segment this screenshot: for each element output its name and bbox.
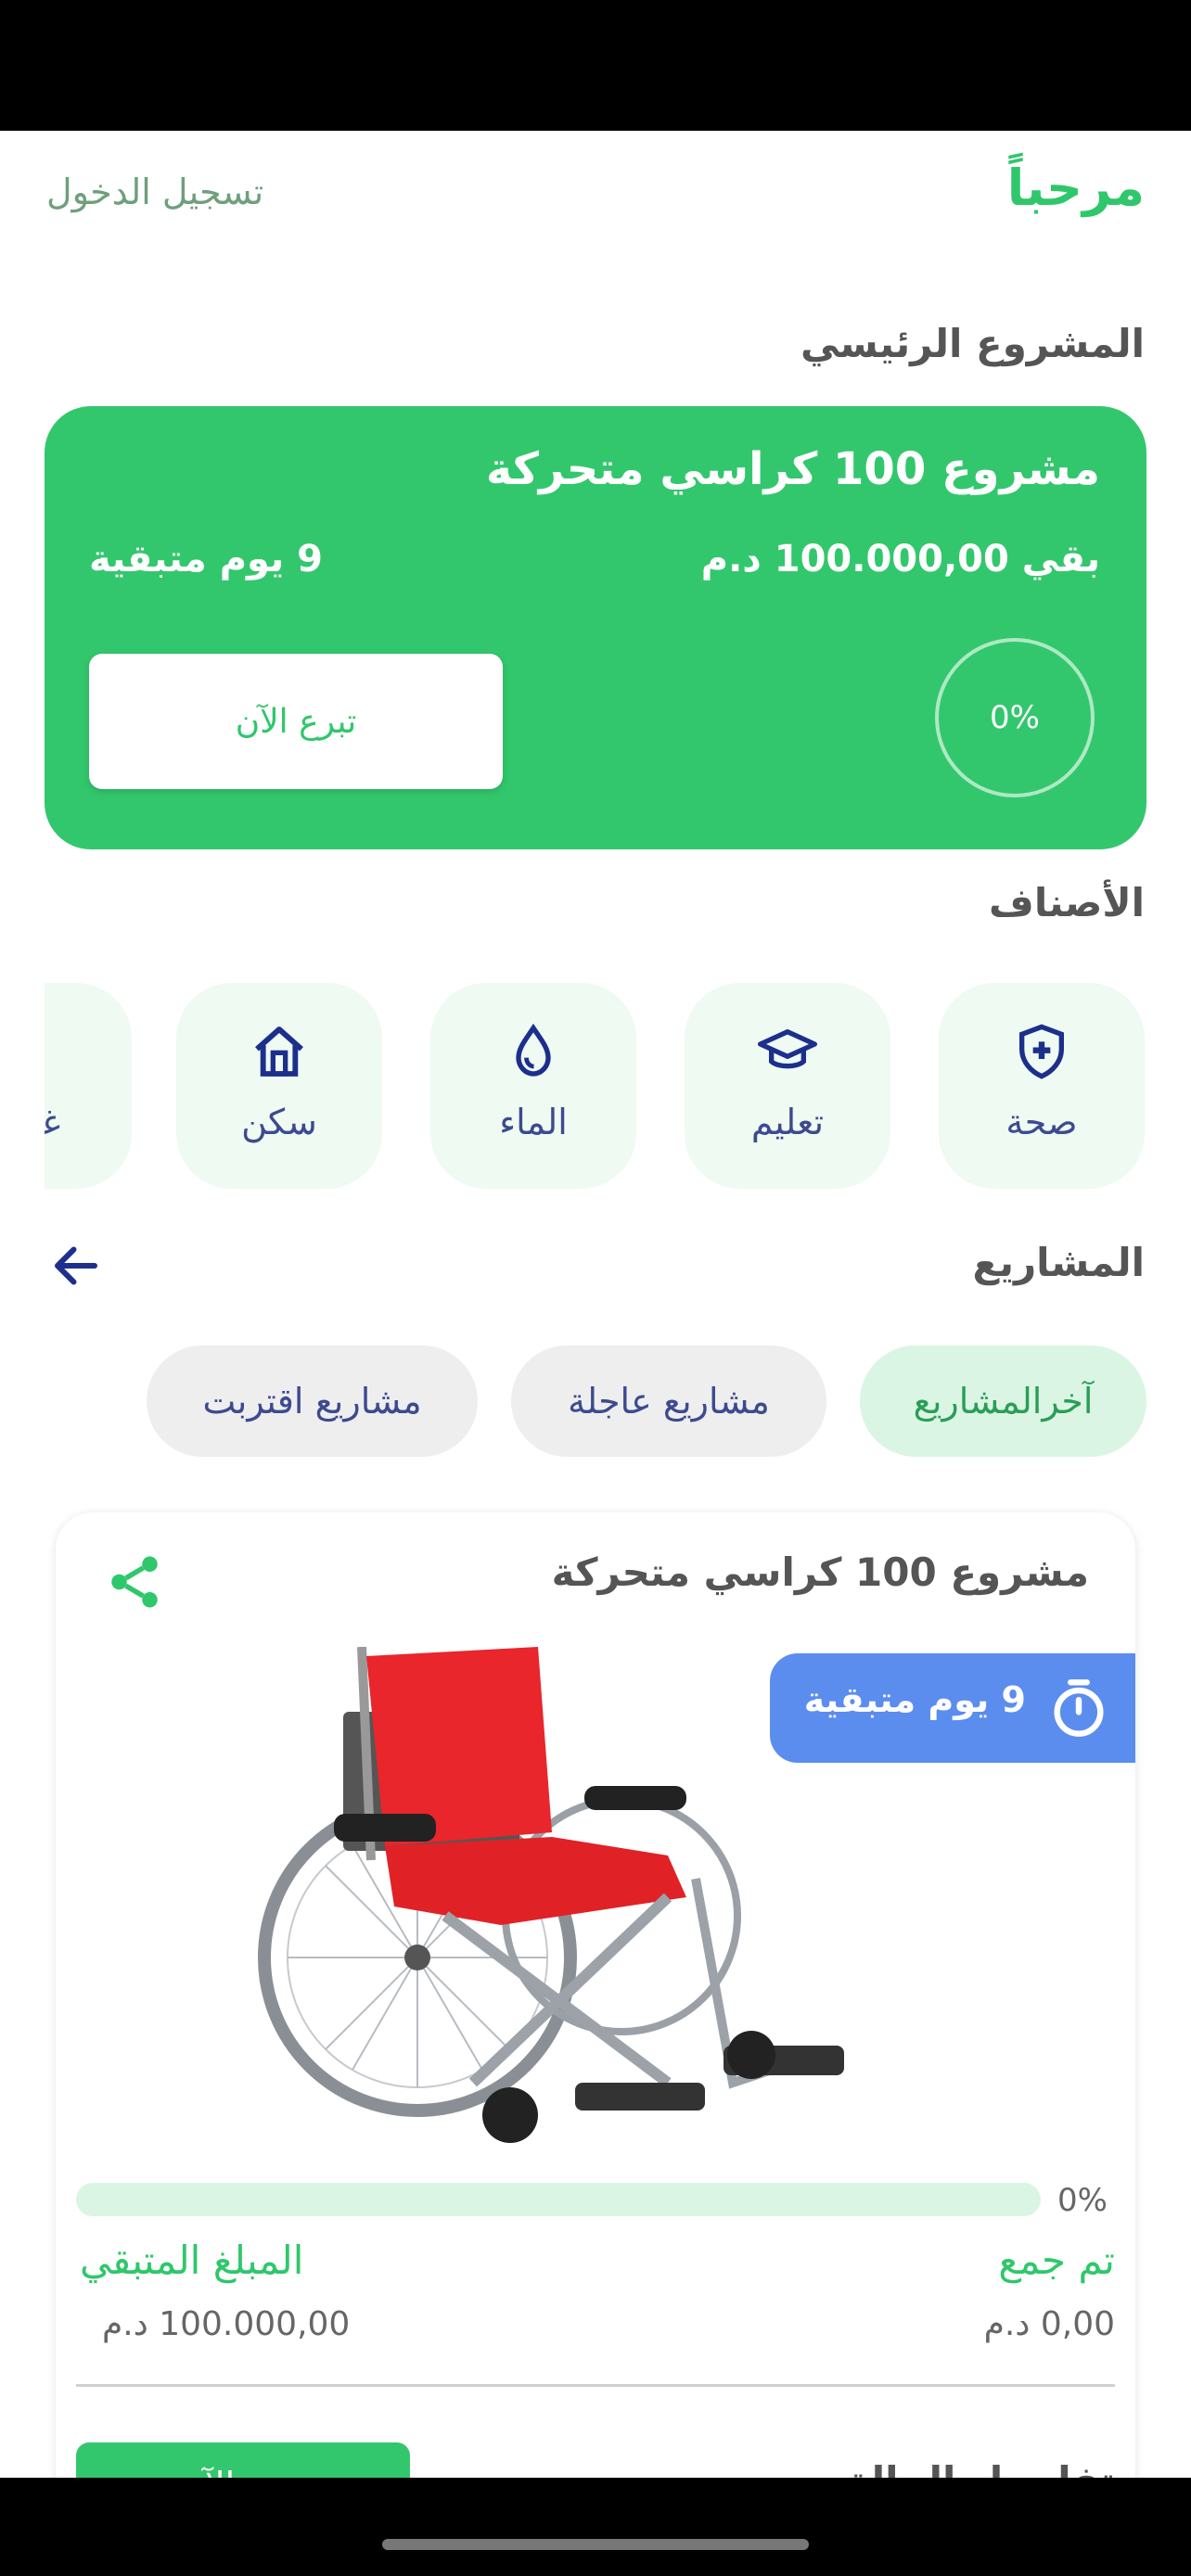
case-details-link[interactable]: تفاصيل الحالة xyxy=(847,2458,1115,2478)
collected-label: تم جمع xyxy=(998,2238,1115,2283)
main-project-title: مشروع 100 كراسي متحركة xyxy=(485,443,1100,495)
login-link[interactable]: تسجيل الدخول xyxy=(46,172,263,212)
house-icon xyxy=(255,1027,303,1077)
category-label: صحة xyxy=(1005,1102,1078,1142)
navigation-bar xyxy=(0,2478,1191,2576)
project-card[interactable]: مشروع 100 كراسي متحركة 9 يوم متبقية 0% ت… xyxy=(56,1512,1135,2478)
category-water[interactable]: الماء xyxy=(430,983,636,1189)
progress-percent: 0% xyxy=(1057,2182,1108,2219)
status-bar xyxy=(0,0,1191,131)
water-drop-icon xyxy=(516,1023,551,1077)
category-label: الماء xyxy=(499,1102,568,1142)
donate-now-button[interactable]: تبرع الآن xyxy=(89,654,503,789)
timer-icon xyxy=(1054,1679,1104,1737)
share-icon[interactable] xyxy=(104,1551,165,1613)
welcome-title: مرحباً xyxy=(1006,159,1145,217)
card-donate-button[interactable]: تبرع الآن xyxy=(76,2442,410,2478)
main-project-days-left: 9 يوم متبقية xyxy=(89,538,323,580)
tab-latest-projects[interactable]: آخرالمشاريع xyxy=(860,1345,1146,1457)
tab-closing-projects[interactable]: مشاريع اقتربت xyxy=(147,1345,478,1457)
remaining-amount-value: 100.000,00 د.م xyxy=(102,2305,351,2343)
category-housing[interactable]: سكن xyxy=(176,983,382,1189)
category-food-partial[interactable]: غذاء xyxy=(45,983,132,1189)
days-left-text: 9 يوم متبقية xyxy=(803,1679,1026,1720)
category-education[interactable]: تعليم xyxy=(685,983,890,1189)
main-project-remaining: بقي 100.000,00 د.م xyxy=(700,538,1100,580)
app-screen: مرحباً تسجيل الدخول المشروع الرئيسي مشرو… xyxy=(0,131,1191,2478)
category-label: سكن xyxy=(241,1102,317,1142)
home-indicator[interactable] xyxy=(382,2539,809,2550)
main-project-progress-circle: 0% xyxy=(935,638,1095,797)
category-health[interactable]: صحة xyxy=(939,983,1145,1189)
graduation-cap-icon xyxy=(758,1029,817,1069)
category-label: تعليم xyxy=(750,1102,825,1142)
days-left-badge: 9 يوم متبقية xyxy=(770,1653,1135,1763)
card-divider xyxy=(76,2384,1115,2387)
project-card-title: مشروع 100 كراسي متحركة xyxy=(551,1549,1089,1595)
wheelchair-image xyxy=(258,1647,844,2143)
arrow-left-icon[interactable] xyxy=(48,1238,104,1294)
main-project-heading: المشروع الرئيسي xyxy=(800,321,1145,366)
main-project-card[interactable]: مشروع 100 كراسي متحركة بقي 100.000,00 د.… xyxy=(45,406,1146,849)
category-label: غذاء xyxy=(45,1102,61,1142)
health-shield-icon xyxy=(1019,1024,1064,1079)
remaining-amount-label: المبلغ المتبقي xyxy=(80,2238,304,2283)
projects-heading: المشاريع xyxy=(972,1240,1145,1285)
category-food[interactable]: غذاء xyxy=(45,983,132,1189)
collected-value: 0,00 د.م xyxy=(983,2305,1115,2343)
categories-heading: الأصناف xyxy=(989,880,1145,925)
tab-urgent-projects[interactable]: مشاريع عاجلة xyxy=(511,1345,826,1457)
progress-bar xyxy=(76,2183,1041,2216)
